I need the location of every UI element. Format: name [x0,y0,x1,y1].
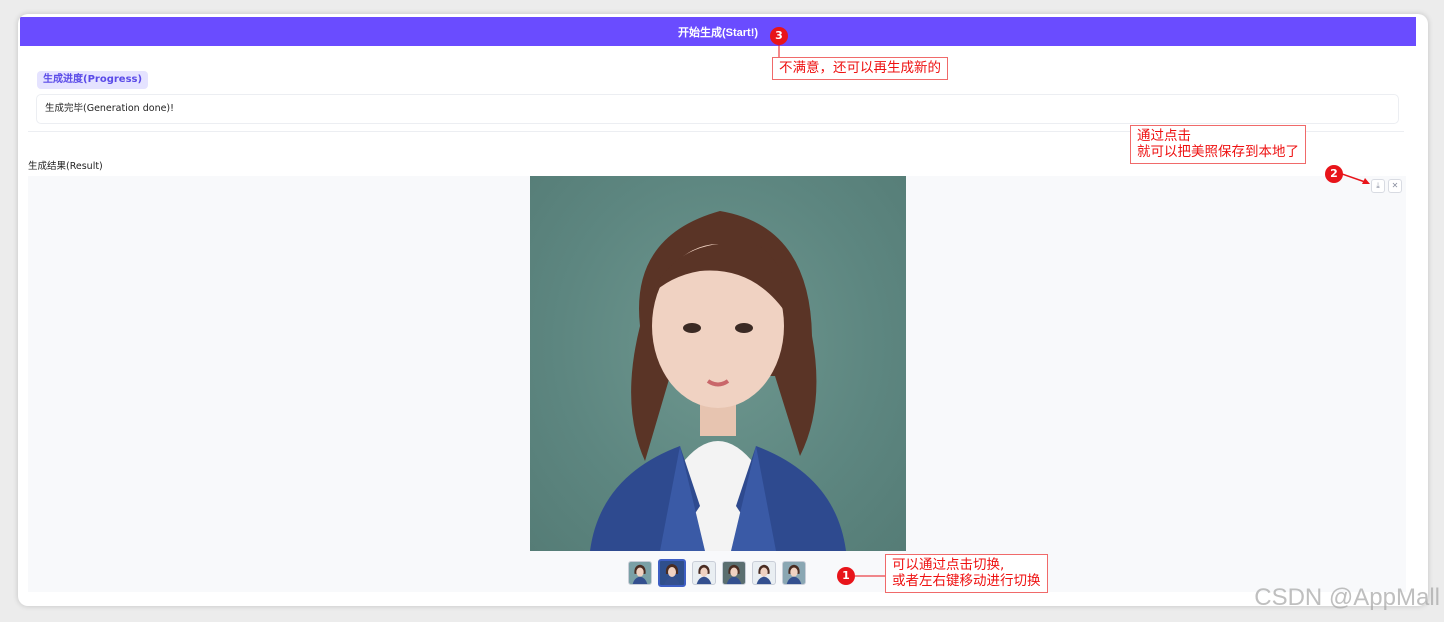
thumbnail-6[interactable] [782,561,806,585]
app-window: 开始生成(Start!) 生成进度(Progress) 生成完毕(Generat… [18,14,1428,606]
result-photo[interactable] [530,176,906,551]
progress-status-box: 生成完毕(Generation done)! [36,94,1399,124]
thumbnail-4[interactable] [722,561,746,585]
annotation-note-1-line1: 可以通过点击切换, [892,557,1005,573]
annotation-connector-1 [855,575,886,577]
annotation-badge-2: 2 [1325,165,1343,183]
portrait-image [590,211,846,551]
watermark: CSDN @AppMall [1254,584,1440,611]
annotation-note-2-line1: 通过点击 [1137,128,1191,144]
annotation-note-1-line2: 或者左右键移动进行切换 [892,573,1041,589]
thumbnail-image [786,564,802,584]
annotation-note-2-line2: 就可以把美照保存到本地了 [1137,144,1299,160]
thumbnail-image [756,564,772,584]
annotation-connector-3 [778,44,780,58]
progress-status-text: 生成完毕(Generation done)! [45,103,174,114]
progress-label: 生成进度(Progress) [37,71,149,89]
result-label: 生成结果(Result) [28,161,103,172]
start-button[interactable]: 开始生成(Start!) [20,17,1416,46]
download-icon: ⤓ [1376,181,1380,190]
thumbnail-strip [628,559,806,587]
close-icon: ✕ [1391,181,1399,190]
thumbnail-1[interactable] [628,561,652,585]
close-button[interactable]: ✕ [1388,179,1402,193]
annotation-note-2: 通过点击 就可以把美照保存到本地了 [1130,125,1306,164]
annotation-note-1: 可以通过点击切换, 或者左右键移动进行切换 [885,554,1048,593]
thumbnail-2[interactable] [658,559,686,587]
thumbnail-image [726,564,742,584]
annotation-note-3: 不满意，还可以再生成新的 [772,57,948,80]
annotation-badge-3: 3 [770,27,788,45]
thumbnail-image [664,564,680,585]
result-gallery: ⤓ ✕ [28,176,1406,592]
annotation-arrow-2 [1342,173,1370,184]
annotation-badge-1: 1 [837,567,855,585]
thumbnail-3[interactable] [692,561,716,585]
thumbnail-image [632,564,648,584]
thumbnail-5[interactable] [752,561,776,585]
download-button[interactable]: ⤓ [1371,179,1385,193]
thumbnail-image [696,564,712,584]
